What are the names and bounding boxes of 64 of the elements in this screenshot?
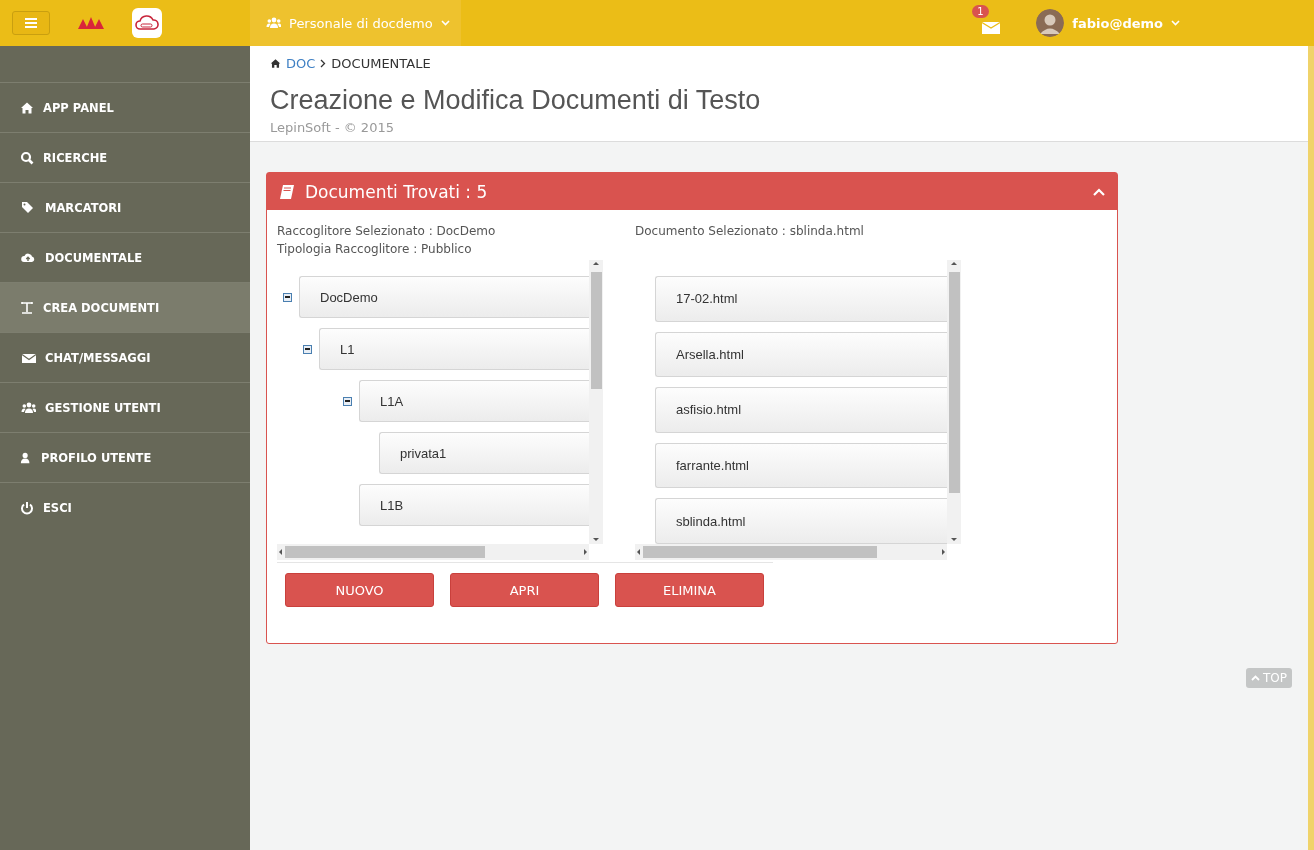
document-item[interactable]: asfisio.html: [655, 387, 947, 433]
action-button[interactable]: ELIMINA: [615, 573, 764, 607]
action-button[interactable]: NUOVO: [285, 573, 434, 607]
horizontal-scrollbar[interactable]: [277, 544, 589, 560]
users-icon: [20, 400, 36, 415]
tag-icon: [20, 200, 36, 215]
sidebar-item[interactable]: PROFILO UTENTE: [0, 432, 250, 482]
breadcrumb-current: DOCUMENTALE: [331, 56, 431, 71]
breadcrumb-link[interactable]: DOC: [286, 56, 316, 71]
scroll-down-arrow[interactable]: [950, 536, 958, 544]
page-title: Creazione e Modifica Documenti di Testo: [270, 85, 762, 116]
collapse-toggle[interactable]: [343, 396, 352, 406]
scroll-left-arrow[interactable]: [277, 548, 285, 556]
users-icon: [265, 16, 281, 30]
horizontal-scrollbar[interactable]: [635, 544, 947, 560]
collapse-toggle[interactable]: [283, 292, 292, 302]
info-text: Raccoglitore Selezionato : DocDemo: [277, 223, 497, 240]
sidebar-item[interactable]: CREA DOCUMENTI: [0, 282, 250, 332]
scroll-left-arrow[interactable]: [635, 548, 643, 556]
document-item[interactable]: farrante.html: [655, 442, 947, 489]
document-item[interactable]: 17-02.html: [655, 276, 947, 322]
tree-node[interactable]: privata1: [379, 432, 589, 474]
sidebar-item[interactable]: CHAT/MESSAGGI: [0, 332, 250, 382]
document-item[interactable]: sblinda.html: [655, 498, 947, 544]
home-icon: [20, 100, 34, 115]
collapse-toggle[interactable]: [303, 344, 312, 354]
action-button[interactable]: APRI: [450, 573, 599, 607]
avatar-icon: [1036, 9, 1065, 37]
scroll-down-arrow[interactable]: [592, 536, 600, 544]
info-text: Documento Selezionato : sblinda.html: [635, 223, 864, 240]
notification-badge: 1: [972, 5, 989, 18]
scroll-right-arrow[interactable]: [581, 548, 589, 556]
user-icon: [20, 450, 32, 465]
text-cursor-icon: [20, 300, 34, 315]
chevron-right-icon: [320, 59, 327, 68]
info-text: Tipologia Raccoglitore : Pubblico: [277, 241, 473, 258]
scroll-up-arrow[interactable]: [592, 260, 600, 268]
tree-node[interactable]: L1: [319, 328, 589, 370]
envelope-icon: [982, 20, 1001, 34]
sidebar-item[interactable]: RICERCHE: [0, 132, 250, 182]
sidebar-item[interactable]: MARCATORI: [0, 182, 250, 232]
page-subtitle: LepinSoft - © 2015: [270, 120, 395, 135]
power-icon: [20, 500, 34, 515]
home-icon: [270, 58, 281, 69]
sidebar-item[interactable]: GESTIONE UTENTI: [0, 382, 250, 432]
vertical-scrollbar[interactable]: [947, 260, 961, 544]
logo-icon: [78, 17, 104, 29]
search-icon: [20, 150, 34, 165]
sidebar-item[interactable]: ESCI: [0, 482, 250, 532]
scroll-up-arrow[interactable]: [950, 260, 958, 268]
scroll-right-arrow[interactable]: [939, 548, 947, 556]
tree-node[interactable]: L1B: [359, 484, 589, 526]
book-icon: [279, 183, 295, 200]
cloud-logo-icon: [132, 8, 162, 38]
chevron-down-icon: [440, 20, 450, 26]
vertical-scrollbar[interactable]: [589, 260, 603, 544]
chevron-down-icon: [1171, 20, 1180, 26]
menu-icon: [25, 18, 37, 28]
document-item[interactable]: Arsella.html: [655, 331, 947, 378]
tree-node[interactable]: L1A: [359, 380, 589, 422]
chevron-up-icon: [1251, 675, 1260, 681]
chevron-up-icon[interactable]: [1093, 187, 1105, 196]
tree-node[interactable]: DocDemo: [299, 276, 589, 318]
panel-title: Documenti Trovati : 5: [305, 181, 489, 202]
